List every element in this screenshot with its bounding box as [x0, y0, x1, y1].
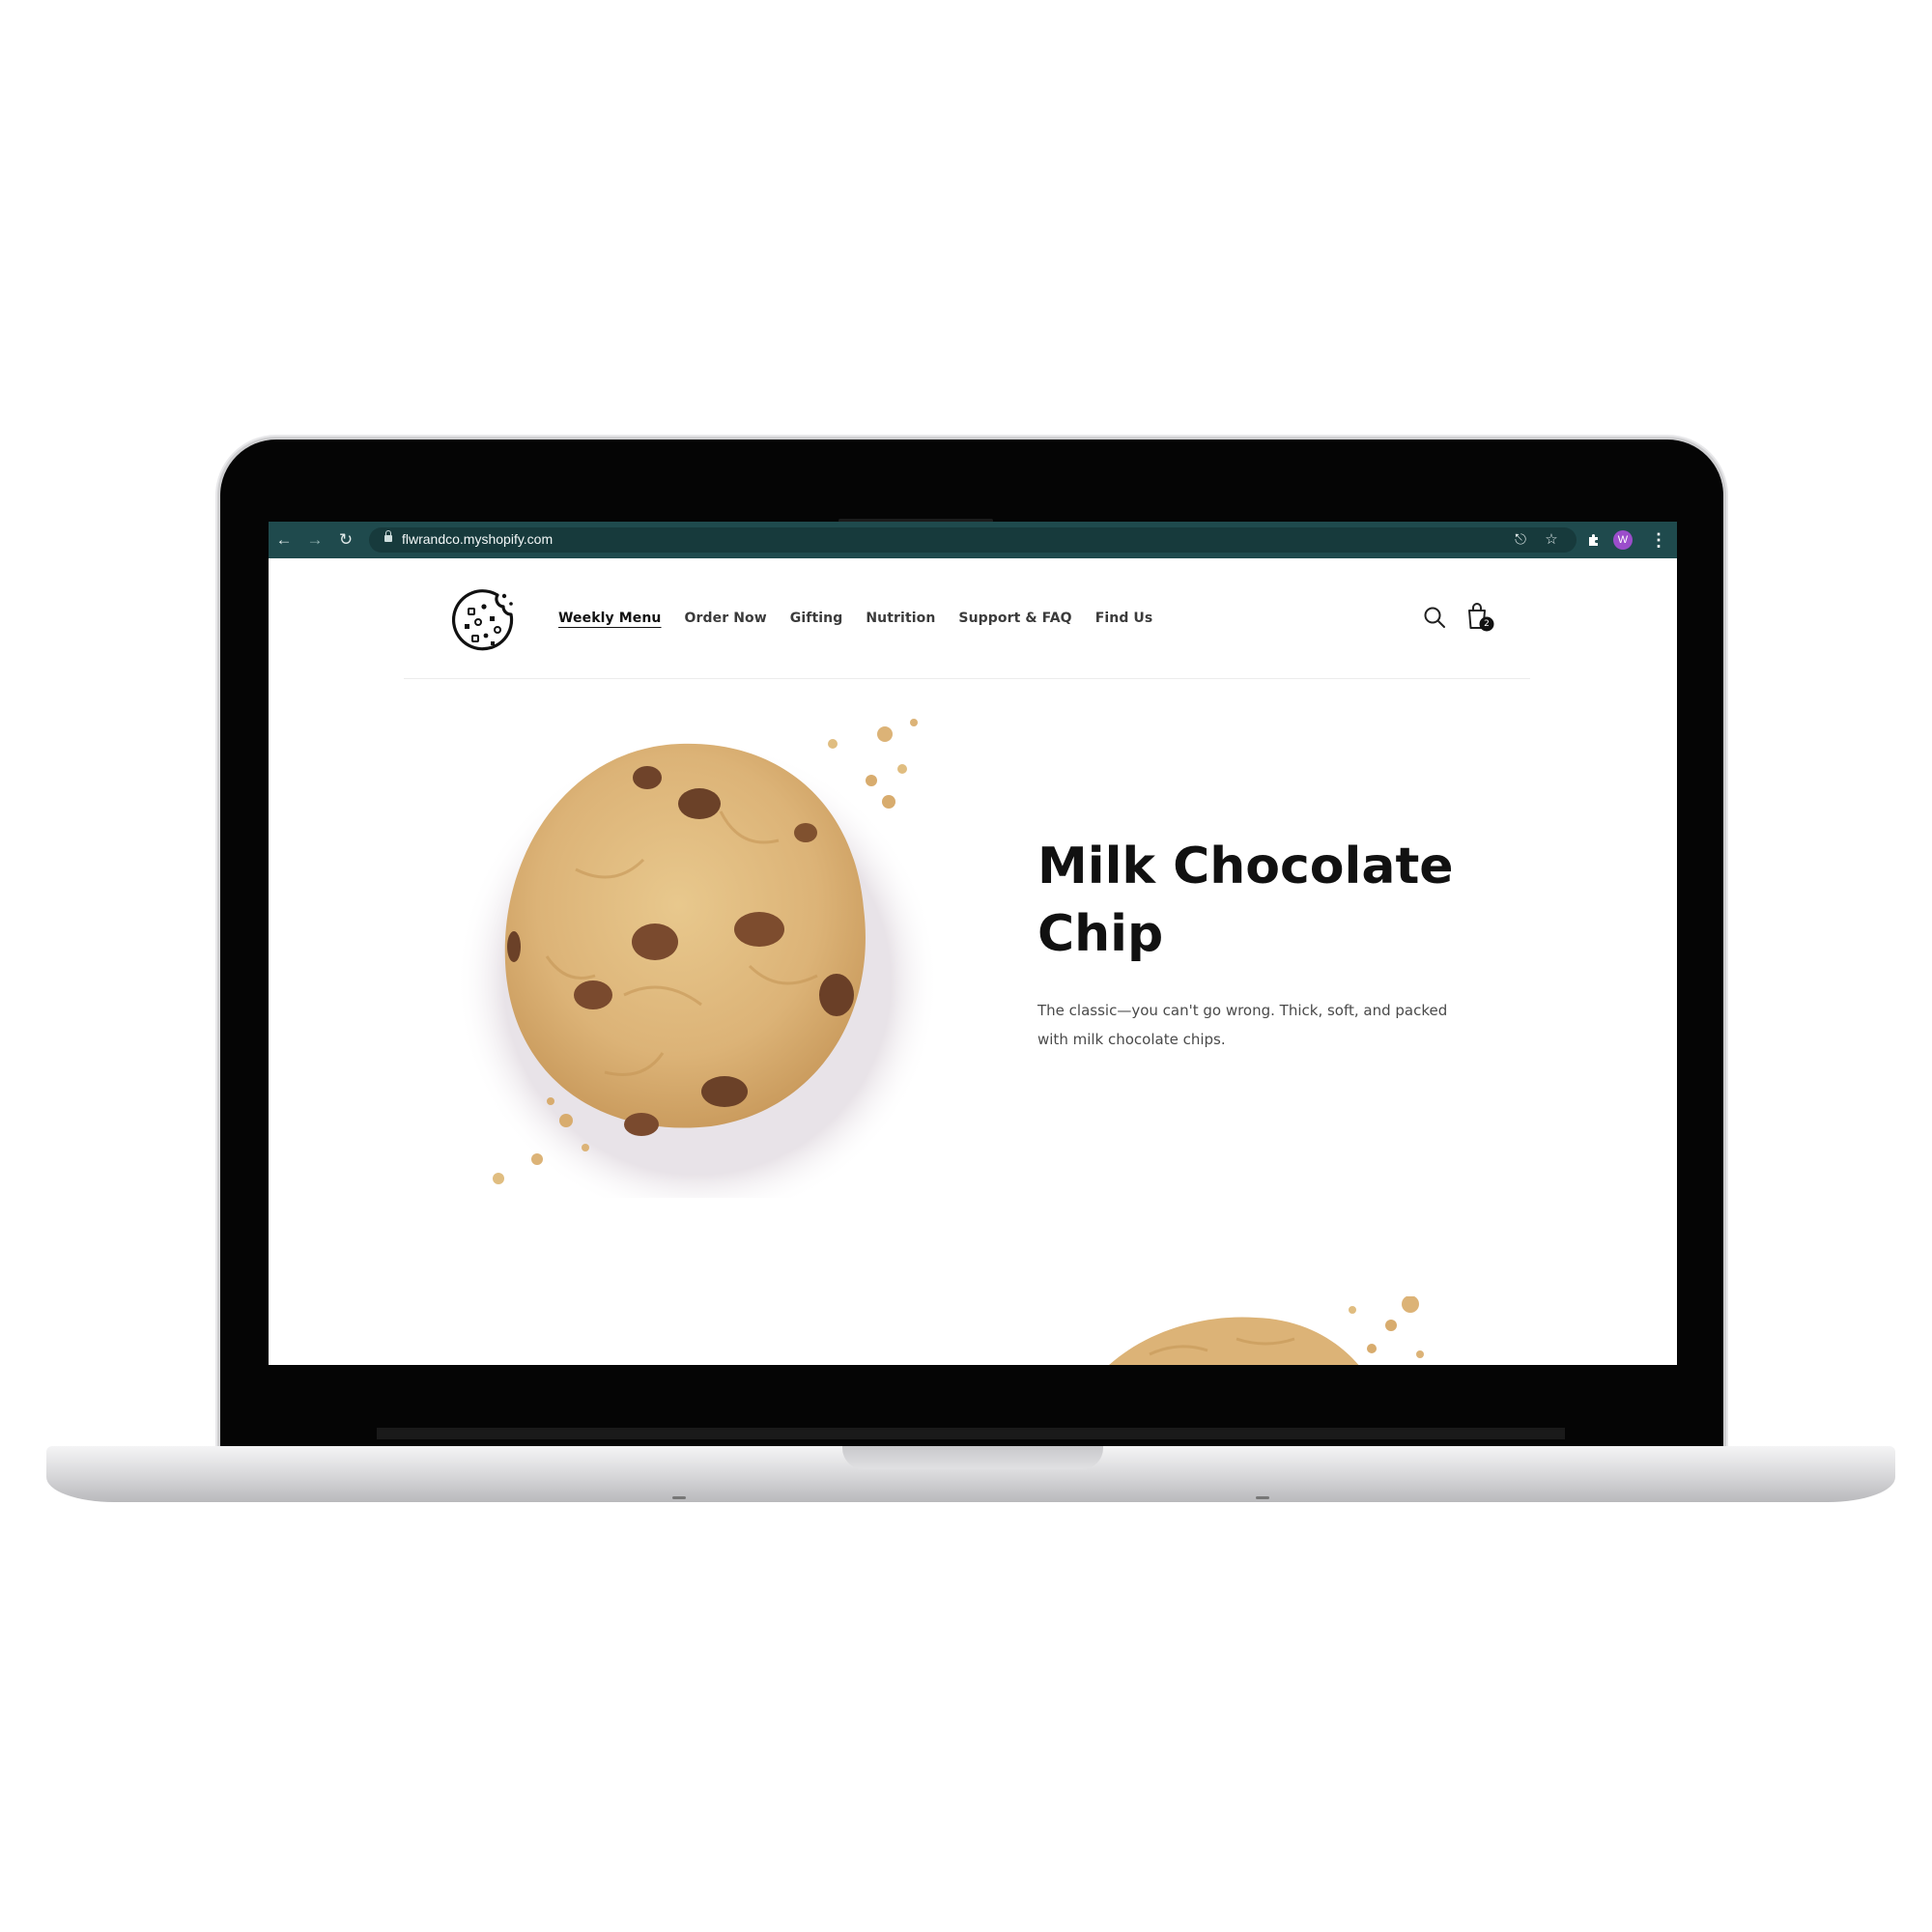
laptop-hinge	[377, 1428, 1565, 1439]
laptop-foot	[1256, 1496, 1269, 1499]
nav-find-us[interactable]: Find Us	[1095, 611, 1153, 626]
cart-count-badge: 2	[1484, 619, 1490, 629]
nav-weekly-menu[interactable]: Weekly Menu	[558, 611, 662, 626]
reload-icon[interactable]: ↻	[336, 530, 355, 550]
cart-button[interactable]: 2	[1464, 601, 1495, 634]
site-header: Weekly Menu Order Now Gifting Nutrition …	[404, 558, 1530, 679]
laptop-foot	[672, 1496, 686, 1499]
address-url[interactable]: flwrandco.myshopify.com	[402, 531, 553, 547]
nav-gifting[interactable]: Gifting	[790, 611, 843, 626]
browser-toolbar: ← → ↻ flwrandco.myshopify.com ⎋ ☆ W ⋮	[269, 522, 1677, 558]
cookie-logo-icon[interactable]	[447, 585, 521, 659]
forward-arrow-icon[interactable]: →	[305, 530, 325, 550]
laptop-screen: ← → ↻ flwrandco.myshopify.com ⎋ ☆ W ⋮ We…	[269, 522, 1677, 1365]
nav-support-faq[interactable]: Support & FAQ	[958, 611, 1071, 626]
product-title: Milk Chocolate Chip	[1037, 838, 1454, 963]
nav-nutrition[interactable]: Nutrition	[866, 611, 935, 626]
nav-order-now[interactable]: Order Now	[685, 611, 767, 626]
back-arrow-icon[interactable]: ←	[274, 530, 294, 550]
next-cookie-image	[1109, 1296, 1424, 1365]
main-nav: Weekly Menu Order Now Gifting Nutrition …	[558, 558, 1176, 678]
address-bar[interactable]: flwrandco.myshopify.com ⎋ ☆	[369, 527, 1577, 553]
share-icon[interactable]: ⎋	[1511, 530, 1530, 550]
more-vertical-icon[interactable]: ⋮	[1650, 530, 1667, 550]
laptop-notch	[842, 1446, 1103, 1469]
search-icon[interactable]	[1422, 605, 1447, 630]
product-description: The classic—you can't go wrong. Thick, s…	[1037, 1002, 1448, 1048]
extensions-puzzle-icon[interactable]	[1584, 530, 1604, 550]
bookmark-star-icon[interactable]: ☆	[1542, 530, 1561, 550]
profile-avatar[interactable]: W	[1613, 530, 1633, 550]
cookie-product-image	[456, 719, 939, 1198]
lock-icon	[384, 530, 392, 542]
